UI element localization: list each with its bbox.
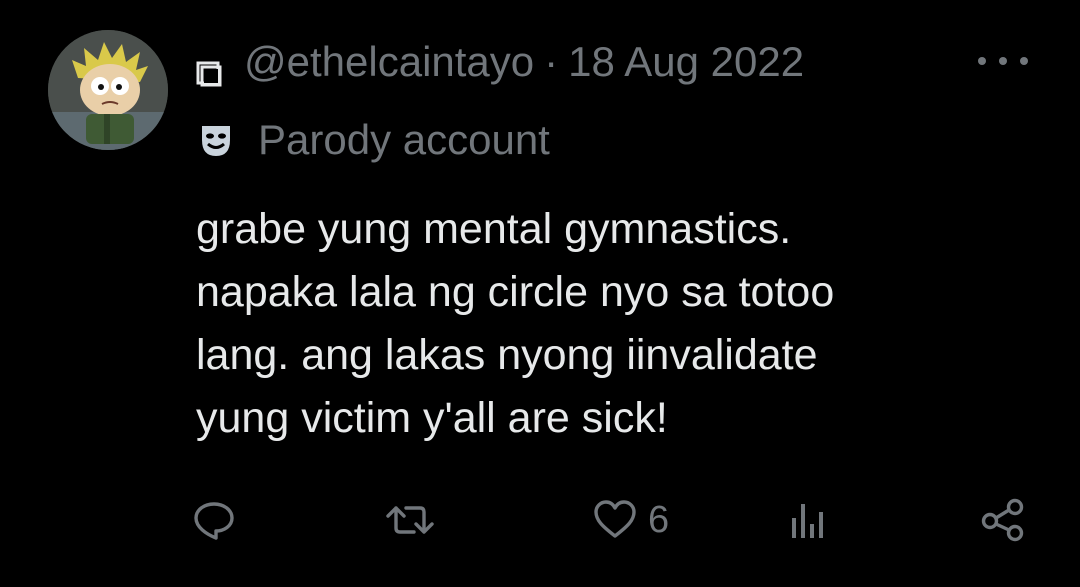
square-badge-icon — [196, 49, 222, 87]
views-icon — [792, 504, 823, 538]
tweet-text-line: grabe yung mental gymnastics. — [196, 205, 792, 253]
avatar-cartoon-icon — [48, 30, 168, 150]
tweet-header: @ethelcaintayo · 18 Aug 2022 — [196, 34, 804, 90]
mask-icon — [196, 120, 236, 160]
like-button[interactable]: 6 — [592, 488, 669, 552]
header-separator: · — [544, 38, 559, 85]
tweet-text-line: lang. ang lakas nyong iinvalidate — [196, 331, 818, 379]
more-options-icon — [978, 57, 986, 65]
avatar[interactable] — [48, 30, 168, 150]
views-button[interactable] — [786, 488, 830, 552]
tweet-card: @ethelcaintayo · 18 Aug 2022 Parody acco… — [0, 0, 1080, 587]
tweet-date[interactable]: 18 Aug 2022 — [568, 38, 804, 86]
tweet-text: grabe yung mental gymnastics. napaka lal… — [196, 198, 1036, 450]
retweet-button[interactable] — [386, 488, 434, 552]
more-options-button[interactable] — [978, 46, 1028, 76]
action-bar: 6 — [0, 488, 1080, 552]
account-label-text: Parody account — [258, 116, 550, 163]
share-icon — [981, 498, 1024, 542]
heart-icon — [594, 500, 636, 538]
author-handle[interactable]: @ethelcaintayo — [244, 38, 534, 86]
reply-icon — [194, 502, 234, 540]
share-button[interactable] — [980, 488, 1026, 552]
reply-button[interactable] — [192, 488, 236, 552]
tweet-text-line: napaka lala ng circle nyo sa totoo — [196, 268, 835, 316]
tweet-text-line: yung victim y'all are sick! — [196, 394, 668, 442]
more-options-icon — [1020, 57, 1028, 65]
more-options-icon — [999, 57, 1007, 65]
retweet-icon — [386, 506, 434, 534]
like-count: 6 — [648, 498, 670, 541]
parody-label: Parody account — [196, 112, 550, 168]
